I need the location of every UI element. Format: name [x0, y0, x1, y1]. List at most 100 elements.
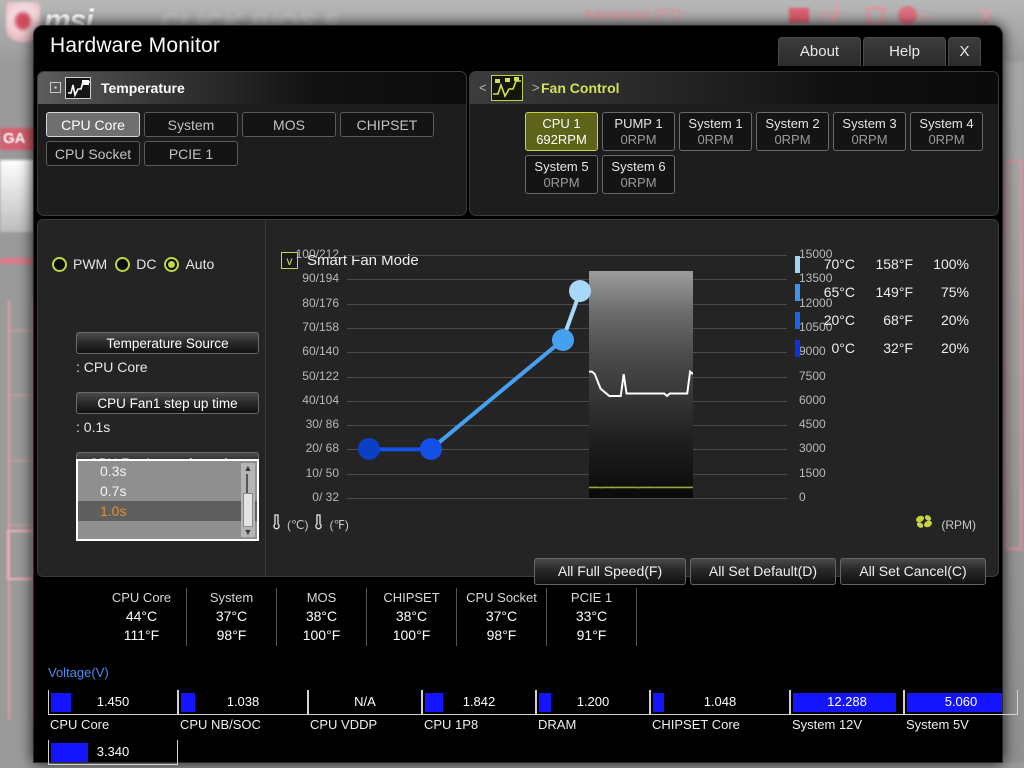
- legend-row: 70°C158°F100%: [795, 250, 969, 278]
- about-button[interactable]: About: [778, 37, 861, 66]
- temperature-panel-title: Temperature: [101, 80, 185, 96]
- all-set-cancel-button[interactable]: All Set Cancel(C): [840, 558, 986, 585]
- voltage-bar-track: N/A: [308, 690, 422, 715]
- voltage-bar-track: 1.200: [536, 690, 650, 715]
- readout-chipset: CHIPSET38°C100°F: [367, 588, 457, 646]
- y-axis-tick-left: 10/ 50: [306, 466, 339, 480]
- readout-name: System: [187, 588, 276, 607]
- readout-pcie-1: PCIE 133°C91°F: [547, 588, 637, 646]
- voltage-value: 12.288: [791, 694, 903, 709]
- help-button[interactable]: Help: [863, 37, 946, 66]
- voltage-value: 3.340: [49, 744, 177, 759]
- legend-temp-f: 149°F: [855, 284, 913, 300]
- fan-button-system-1[interactable]: System 1 0RPM: [679, 112, 752, 151]
- readout-name: PCIE 1: [547, 588, 636, 607]
- fan-name: System 3: [834, 115, 905, 132]
- radio-dc[interactable]: DC: [115, 256, 156, 272]
- voltage-bar-track: 1.842: [422, 690, 536, 715]
- legend-temp-c: 65°C: [800, 284, 855, 300]
- voltage-item-cpu-1p8: 1.842 CPU 1P8: [422, 690, 536, 734]
- readout-cpu-core: CPU Core44°C111°F: [97, 588, 187, 646]
- voltage-label: DRAM: [538, 717, 576, 732]
- fahrenheit-unit-label: (℉): [329, 518, 348, 532]
- readout-fahrenheit: 91°F: [547, 626, 636, 645]
- fan-name: System 4: [911, 115, 982, 132]
- hardware-monitor-dialog: Hardware Monitor About Help X ▪ Temperat…: [33, 25, 1003, 763]
- radio-auto[interactable]: Auto: [164, 256, 214, 272]
- voltage-label: CPU NB/SOC: [180, 717, 261, 732]
- fan-curve-legend: 70°C158°F100%65°C149°F75%20°C68°F20%0°C3…: [795, 250, 969, 362]
- temperature-panel-header: ▪ Temperature: [38, 72, 466, 104]
- voltage-bar-track: 3.340: [48, 740, 178, 765]
- y-axis-tick-left: 70/158: [302, 320, 339, 334]
- language-icon: [898, 6, 917, 25]
- temperature-checkbox-icon[interactable]: ▪: [50, 82, 61, 93]
- y-axis-tick-right: 4500: [799, 417, 826, 431]
- legend-temp-f: 32°F: [855, 340, 913, 356]
- fan-button-system-4[interactable]: System 4 0RPM: [910, 112, 983, 151]
- chart-gridline: [347, 498, 787, 499]
- fan-panel-header: < > Fan Control: [470, 72, 998, 104]
- fan-button-cpu-1[interactable]: CPU 1 692RPM: [525, 112, 598, 151]
- fan-prev-arrow[interactable]: <: [479, 80, 487, 95]
- fan-curve-plot[interactable]: 100/2121500090/1941350080/1761200070/158…: [347, 255, 787, 498]
- voltage-value: 1.200: [537, 694, 649, 709]
- thermometer-fahrenheit-icon: [313, 513, 324, 536]
- step-down-time-dropdown[interactable]: 0.3s 0.7s 1.0s ▲ ▼: [76, 459, 259, 541]
- scroll-track: [246, 474, 248, 494]
- y-axis-tick-left: 0/ 32: [312, 490, 339, 504]
- all-full-speed-button[interactable]: All Full Speed(F): [534, 558, 686, 585]
- fan-button-system-5[interactable]: System 5 0RPM: [525, 155, 598, 194]
- y-axis-tick-left: 80/176: [302, 296, 339, 310]
- fan-curve-point-1[interactable]: [420, 438, 442, 460]
- voltage-value: 1.842: [423, 694, 535, 709]
- tab-mos[interactable]: MOS: [242, 112, 336, 137]
- fan-button-system-6[interactable]: System 6 0RPM: [602, 155, 675, 194]
- rpm-axis-legend: (RPM): [914, 513, 976, 536]
- bios-left-divider-4: [8, 525, 34, 526]
- legend-temp-c: 70°C: [800, 256, 855, 272]
- dropdown-option-0.3s[interactable]: 0.3s: [78, 461, 257, 481]
- tab-chipset[interactable]: CHIPSET: [340, 112, 434, 137]
- readout-celsius: 38°C: [277, 607, 366, 626]
- all-set-default-button[interactable]: All Set Default(D): [690, 558, 836, 585]
- window-buttons: About Help X: [778, 37, 981, 66]
- bios-left-accent: [0, 258, 33, 264]
- step-up-time-label[interactable]: CPU Fan1 step up time: [76, 392, 259, 414]
- temperature-source-tabs: CPU Core System MOS CHIPSET CPU Socket P…: [46, 112, 456, 166]
- y-axis-tick-right: 1500: [799, 466, 826, 480]
- readout-fahrenheit: 100°F: [277, 626, 366, 645]
- fan-button-system-2[interactable]: System 2 0RPM: [756, 112, 829, 151]
- tab-cpu-socket[interactable]: CPU Socket: [46, 141, 140, 166]
- scroll-up-arrow[interactable]: ▲: [241, 463, 255, 473]
- fan-button-pump-1[interactable]: PUMP 1 0RPM: [602, 112, 675, 151]
- bios-left-divider-3: [8, 460, 34, 461]
- readout-name: CPU Socket: [457, 588, 546, 607]
- fan-curve-point-2[interactable]: [552, 329, 574, 351]
- fan-button-system-3[interactable]: System 3 0RPM: [833, 112, 906, 151]
- fan-curve-icon: [491, 75, 523, 101]
- scroll-thumb[interactable]: [243, 493, 253, 527]
- tab-cpu-core[interactable]: CPU Core: [46, 112, 140, 137]
- scroll-down-arrow[interactable]: ▼: [241, 527, 255, 537]
- legend-temp-f: 158°F: [855, 256, 913, 272]
- fan-name: System 2: [757, 115, 828, 132]
- y-axis-tick-left: 60/140: [302, 344, 339, 358]
- voltage-item-system-5v: 5.060System 5V: [904, 690, 1018, 734]
- dropdown-option-0.7s[interactable]: 0.7s: [78, 481, 257, 501]
- dropdown-scrollbar[interactable]: ▲ ▼: [241, 463, 255, 537]
- tab-system[interactable]: System: [144, 112, 238, 137]
- temperature-source-label[interactable]: Temperature Source: [76, 332, 259, 354]
- voltage-value: 1.048: [651, 694, 789, 709]
- readout-celsius: 37°C: [457, 607, 546, 626]
- tab-pcie-1[interactable]: PCIE 1: [144, 141, 238, 166]
- close-button[interactable]: X: [948, 37, 981, 66]
- fan-next-arrow[interactable]: >: [532, 80, 540, 95]
- radio-dc-label: DC: [136, 256, 156, 272]
- dropdown-option-1.0s[interactable]: 1.0s: [78, 501, 257, 521]
- fan-control-panel: < > Fan Control CPU 1 692RPM: [469, 71, 999, 216]
- voltage-label: CPU 1P8: [424, 717, 478, 732]
- radio-pwm[interactable]: PWM: [52, 256, 107, 272]
- y-axis-tick-right: 7500: [799, 369, 826, 383]
- voltage-value: N/A: [309, 694, 421, 709]
